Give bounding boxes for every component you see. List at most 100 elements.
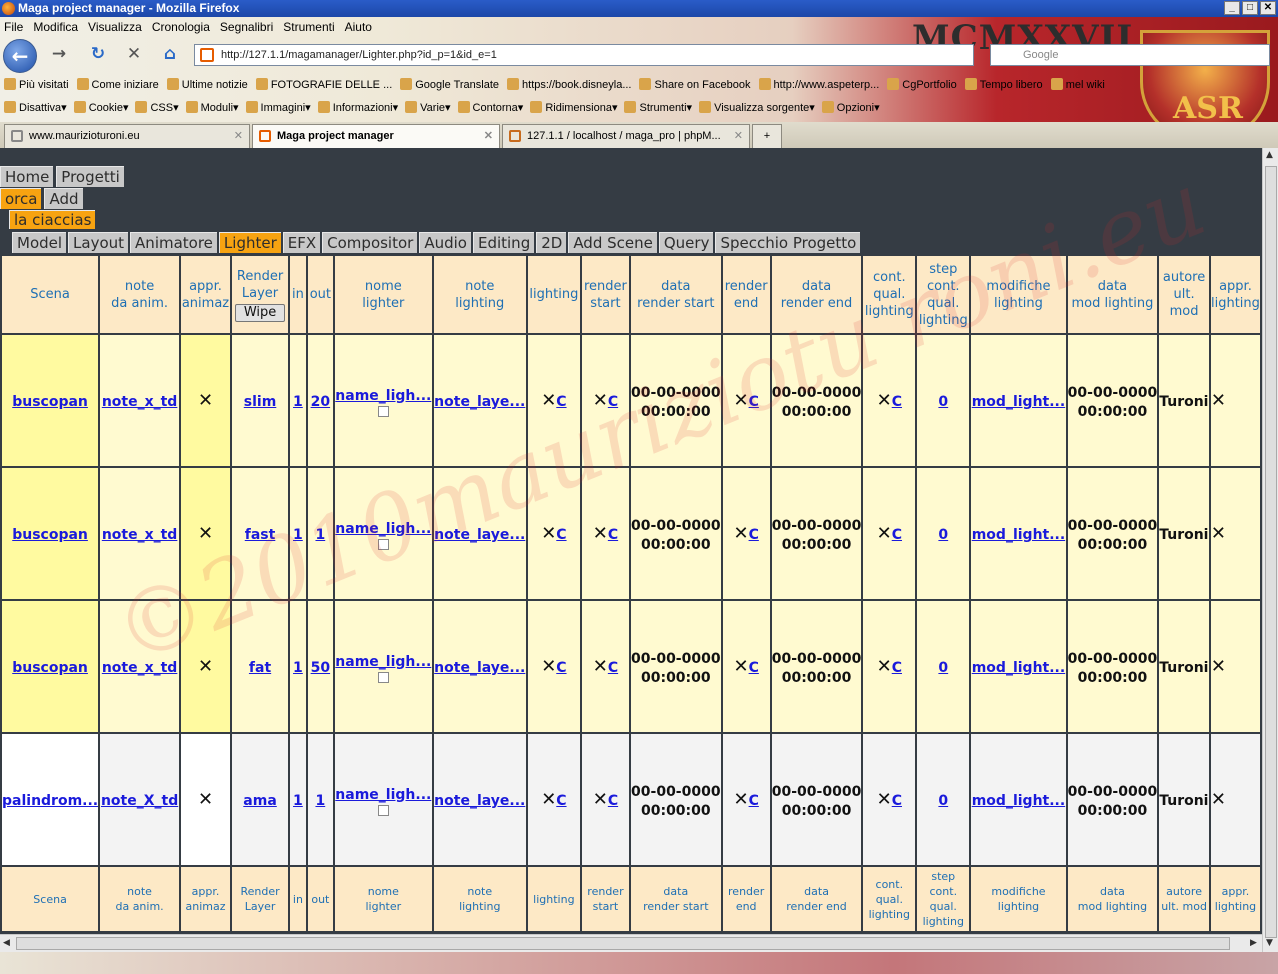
render-end-c-link[interactable]: C [749,793,759,809]
render-start-c-link[interactable]: C [608,527,618,543]
out-frame-link[interactable]: 1 [315,527,325,543]
new-tab-button[interactable]: + [752,124,782,148]
wipe-button[interactable]: Wipe [234,303,286,322]
in-frame-link[interactable]: 1 [293,394,303,410]
nav-audio[interactable]: Audio [419,232,471,253]
lighting-c-link[interactable]: C [556,527,566,543]
scroll-down-icon[interactable]: ▼ [1266,938,1273,948]
menu-cronologia[interactable]: Cronologia [152,17,210,37]
render-end-c-link[interactable]: C [749,527,759,543]
note-lighting-link[interactable]: note_laye... [434,394,525,410]
lighter-checkbox[interactable] [377,538,389,550]
quality-c-link[interactable]: C [892,394,902,410]
devtool-item[interactable]: Opzioni▾ [822,98,880,118]
horizontal-scrollbar[interactable]: ◀ ▶ [0,934,1262,952]
note-anim-link[interactable]: note_x_td [102,660,178,676]
devtool-item[interactable]: Visualizza sorgente▾ [699,98,815,118]
devtool-item[interactable]: Immagini▾ [246,98,311,118]
bookmark-item[interactable]: Come iniziare [77,75,159,95]
bookmark-item[interactable]: CgPortfolio [887,75,956,95]
scroll-left-icon[interactable]: ◀ [3,938,10,948]
render-end-c-link[interactable]: C [749,394,759,410]
search-input[interactable]: Google [990,44,1270,66]
menu-modifica[interactable]: Modifica [33,17,78,37]
quality-c-link[interactable]: C [892,527,902,543]
vertical-scrollbar[interactable]: ▲ ▼ [1262,148,1278,952]
render-layer-link[interactable]: fat [249,660,271,676]
forward-button[interactable]: → [44,44,74,64]
step-quality-link[interactable]: 0 [938,527,948,543]
horizontal-scroll-thumb[interactable] [16,937,1230,950]
nav-specchio-progetto[interactable]: Specchio Progetto [715,232,861,253]
render-end-c-link[interactable]: C [749,660,759,676]
step-quality-link[interactable]: 0 [938,394,948,410]
scene-link[interactable]: buscopan [12,660,88,676]
nav-episode[interactable]: la ciaccias [9,210,96,229]
nav-progetti[interactable]: Progetti [56,166,124,187]
devtool-item[interactable]: Informazioni▾ [318,98,398,118]
in-frame-link[interactable]: 1 [293,527,303,543]
bookmark-item[interactable]: Più visitati [4,75,69,95]
bookmark-item[interactable]: Tempo libero [965,75,1043,95]
render-start-c-link[interactable]: C [608,793,618,809]
scroll-up-icon[interactable]: ▲ [1266,150,1273,160]
bookmark-item[interactable]: http://www.aspeterp... [759,75,880,95]
lighting-c-link[interactable]: C [556,793,566,809]
note-anim-link[interactable]: note_X_td [101,793,178,809]
reload-icon[interactable]: ↻ [88,44,108,64]
lighter-name-link[interactable]: name_ligh... [335,654,431,670]
nav-animatore[interactable]: Animatore [130,232,217,253]
tab-maga-project-manager[interactable]: Maga project manager ✕ [252,124,500,148]
note-lighting-link[interactable]: note_laye... [434,527,525,543]
step-quality-link[interactable]: 0 [938,660,948,676]
render-start-c-link[interactable]: C [608,394,618,410]
bookmark-item[interactable]: mel wiki [1051,75,1105,95]
minimize-button[interactable]: _ [1224,1,1240,15]
nav-layout[interactable]: Layout [68,232,129,253]
close-window-button[interactable]: ✕ [1260,1,1276,15]
in-frame-link[interactable]: 1 [293,660,303,676]
nav-efx[interactable]: EFX [282,232,321,253]
menu-segnalibri[interactable]: Segnalibri [220,17,273,37]
lighter-name-link[interactable]: name_ligh... [335,388,431,404]
mod-lighting-link[interactable]: mod_light... [972,527,1065,543]
nav-add[interactable]: Add [44,188,83,209]
vertical-scroll-thumb[interactable] [1265,166,1277,938]
menu-strumenti[interactable]: Strumenti [283,17,334,37]
lighter-checkbox[interactable] [377,405,389,417]
lighting-c-link[interactable]: C [556,660,566,676]
quality-c-link[interactable]: C [892,793,902,809]
lighter-checkbox[interactable] [377,804,389,816]
note-lighting-link[interactable]: note_laye... [434,793,525,809]
bookmark-item[interactable]: Share on Facebook [639,75,750,95]
scene-link[interactable]: palindrom... [2,793,98,809]
render-layer-link[interactable]: ama [243,793,276,809]
note-anim-link[interactable]: note_x_td [102,394,178,410]
nav-query[interactable]: Query [658,232,714,253]
close-tab-icon[interactable]: ✕ [484,125,493,147]
devtool-item[interactable]: Varie▾ [405,98,450,118]
nav-add-scene[interactable]: Add Scene [568,232,657,253]
home-icon[interactable]: ⌂ [160,44,180,64]
quality-c-link[interactable]: C [892,660,902,676]
note-lighting-link[interactable]: note_laye... [434,660,525,676]
lighting-c-link[interactable]: C [556,394,566,410]
lighter-name-link[interactable]: name_ligh... [335,787,431,803]
lighter-checkbox[interactable] [377,671,389,683]
menu-aiuto[interactable]: Aiuto [345,17,372,37]
close-tab-icon[interactable]: ✕ [734,125,743,147]
out-frame-link[interactable]: 20 [311,394,330,410]
render-layer-link[interactable]: slim [244,394,277,410]
tab-maurizioturoni[interactable]: www.maurizioturoni.eu ✕ [4,124,250,148]
devtool-item[interactable]: Strumenti▾ [624,98,692,118]
scene-link[interactable]: buscopan [12,394,88,410]
mod-lighting-link[interactable]: mod_light... [972,394,1065,410]
note-anim-link[interactable]: note_x_td [102,527,178,543]
in-frame-link[interactable]: 1 [293,793,303,809]
bookmark-item[interactable]: Ultime notizie [167,75,248,95]
lighter-name-link[interactable]: name_ligh... [335,521,431,537]
bookmark-item[interactable]: https://book.disneyla... [507,75,631,95]
render-layer-link[interactable]: fast [245,527,276,543]
step-quality-link[interactable]: 0 [938,793,948,809]
out-frame-link[interactable]: 50 [311,660,330,676]
